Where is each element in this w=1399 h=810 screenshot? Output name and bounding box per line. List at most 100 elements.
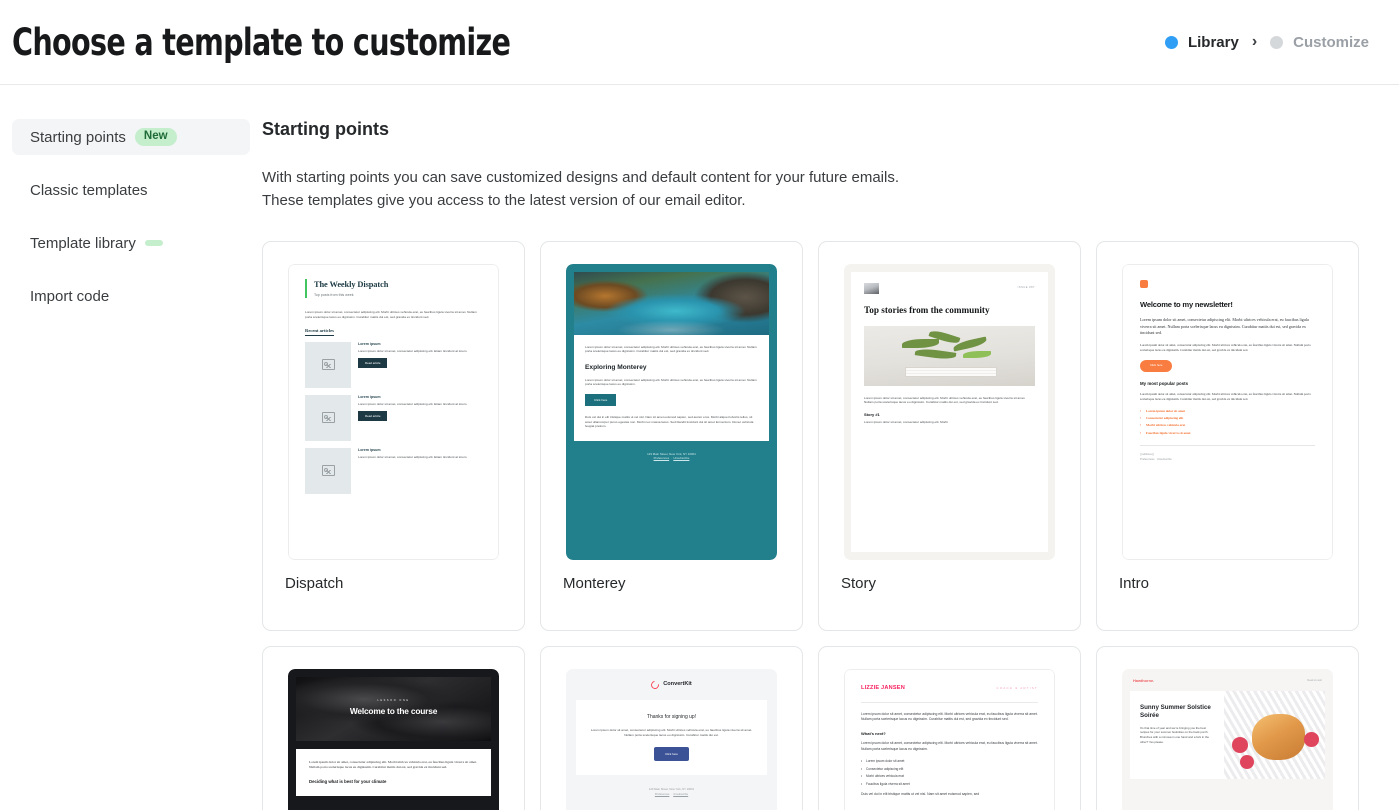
email-preview-story: ISSUE #87 Top stories from the community bbox=[844, 263, 1055, 560]
template-card-intro[interactable]: Welcome to my newsletter! Lorem ipsum do… bbox=[1096, 240, 1359, 631]
lizzie-outro: Duis vel dui in elit tristique mattis ut… bbox=[861, 792, 980, 797]
dispatch-header: The Weekly Dispatch Top posts from this … bbox=[305, 278, 482, 299]
template-name: Monterey bbox=[563, 574, 626, 592]
dispatch-subtitle: Top posts from this week bbox=[314, 293, 354, 298]
main-content: Starting points With starting points you… bbox=[262, 85, 1399, 810]
course-subheading: Deciding what is best for your climate bbox=[309, 778, 387, 784]
list-item: Lorem ipsum dolor sit amet bbox=[861, 759, 1038, 764]
template-preview: LIZZIE JANSEN COACH & ARTIST Lorem ipsum… bbox=[819, 647, 1080, 810]
template-card-convertkit[interactable]: ConvertKit Thanks for signing up! Lorem … bbox=[540, 645, 803, 810]
dispatch-title: The Weekly Dispatch bbox=[314, 279, 389, 289]
read-article-button[interactable]: Read article bbox=[358, 410, 388, 421]
story-body: Lorem ipsum dolor sit amet, consectetur … bbox=[864, 395, 1026, 405]
section-description-line-1: With starting points you can save custom… bbox=[262, 169, 900, 186]
story-sub-body: Lorem ipsum dolor sit amet, consectetur … bbox=[864, 420, 948, 425]
intro-heading: Welcome to my newsletter! bbox=[1140, 299, 1233, 309]
dispatch-article-title: Lorem ipsum bbox=[358, 394, 381, 399]
monterey-body: Lorem ipsum dolor sit amet, consectetur … bbox=[585, 377, 757, 387]
hawthorne-body: It's that time of year and we're bringin… bbox=[1140, 725, 1209, 744]
hero-photo bbox=[864, 325, 1035, 386]
lizzie-heading: What's next? bbox=[861, 730, 886, 736]
template-preview: The Weekly Dispatch Top posts from this … bbox=[263, 242, 524, 560]
status-dot-icon bbox=[1164, 35, 1178, 49]
sidebar-item-template-library[interactable]: Template library bbox=[12, 225, 250, 261]
brand-logo-icon bbox=[1140, 279, 1148, 288]
footer-preferences-link[interactable]: Preferences bbox=[655, 793, 670, 796]
dispatch-article-body: Lorem ipsum dolor sit amet, consectetur … bbox=[358, 349, 468, 354]
brand-name: ConvertKit bbox=[663, 680, 692, 687]
list-item[interactable]: Consectetur adipiscing elit bbox=[1140, 416, 1315, 421]
convertkit-logo-icon bbox=[649, 679, 661, 691]
template-name: Intro bbox=[1119, 574, 1150, 592]
lizzie-body-1: Lorem ipsum dolor sit amet, consectetur … bbox=[861, 711, 1038, 722]
sidebar-item-starting-points[interactable]: Starting points New bbox=[12, 119, 250, 155]
breadcrumb-step-customize[interactable]: Customize bbox=[1270, 34, 1369, 51]
list-item[interactable]: Morbi ultrices vehicula erat bbox=[1140, 423, 1315, 428]
image-placeholder bbox=[305, 394, 351, 441]
list-item[interactable]: Faucibus ligula viverra sit amet bbox=[1140, 431, 1315, 436]
list-item[interactable]: Lorem ipsum dolor sit amet bbox=[1140, 409, 1315, 414]
intro-section-heading: My most popular posts bbox=[1140, 380, 1189, 386]
sidebar-item-label: Starting points bbox=[30, 128, 126, 146]
footer-preferences-link[interactable]: Preferences bbox=[654, 456, 670, 460]
dispatch-article-body: Lorem ipsum dolor sit amet, consectetur … bbox=[358, 455, 468, 460]
course-body: Lorem ipsum dolor sit amet, consectetur … bbox=[309, 759, 477, 770]
monterey-outro: Duis vel dui in elit tristique mattis ut… bbox=[585, 415, 754, 429]
app-header: Choose a template to customize Library ›… bbox=[0, 0, 1399, 85]
dispatch-article-title: Lorem ipsum bbox=[358, 447, 381, 452]
email-preview-dispatch: The Weekly Dispatch Top posts from this … bbox=[288, 263, 499, 560]
course-heading: Welcome to the course bbox=[349, 706, 438, 717]
image-icon bbox=[321, 412, 335, 424]
template-preview: Lorem ipsum dolor sit amet, consectetur … bbox=[541, 242, 802, 560]
dispatch-article-body: Lorem ipsum dolor sit amet, consectetur … bbox=[358, 402, 468, 407]
email-preview-hawthorne: Hawthorne. Read on web Sunny Summer Sols… bbox=[1122, 668, 1333, 810]
breadcrumb: Library › Customize bbox=[1164, 33, 1369, 51]
template-card-story[interactable]: ISSUE #87 Top stories from the community bbox=[818, 240, 1081, 631]
footer-unsubscribe-link[interactable]: Unsubscribe bbox=[1157, 458, 1172, 461]
sidebar-item-import-code[interactable]: Import code bbox=[12, 278, 250, 314]
template-card-hawthorne[interactable]: Hawthorne. Read on web Sunny Summer Sols… bbox=[1096, 645, 1359, 810]
list-item: Morbi ultrices vehicula erat bbox=[861, 774, 1038, 779]
hero-photo bbox=[574, 271, 769, 335]
hero-photo bbox=[1223, 691, 1325, 780]
brand-role: COACH & ARTIST bbox=[996, 685, 1038, 690]
template-card-course[interactable]: LESSON ONE Welcome to the course Lorem i… bbox=[262, 645, 525, 810]
footer-unsubscribe-link[interactable]: Unsubscribe bbox=[673, 456, 689, 460]
section-title: Starting points bbox=[262, 119, 389, 139]
template-card-monterey[interactable]: Lorem ipsum dolor sit amet, consectetur … bbox=[540, 240, 803, 631]
template-card-dispatch[interactable]: The Weekly Dispatch Top posts from this … bbox=[262, 240, 525, 631]
story-heading: Top stories from the community bbox=[864, 304, 990, 315]
read-on-web-link[interactable]: Read on web bbox=[1307, 679, 1322, 683]
email-preview-course: LESSON ONE Welcome to the course Lorem i… bbox=[288, 668, 499, 810]
dispatch-article-title: Lorem ipsum bbox=[358, 341, 381, 346]
convertkit-body: Lorem ipsum dolor sit amet, consectetur … bbox=[590, 727, 753, 737]
dispatch-article-item: Lorem ipsum Lorem ipsum dolor sit amet, … bbox=[305, 394, 482, 441]
breadcrumb-step-library[interactable]: Library bbox=[1164, 33, 1239, 51]
story-subheading: Story #1 bbox=[864, 411, 880, 417]
template-card-lizzie-jansen[interactable]: LIZZIE JANSEN COACH & ARTIST Lorem ipsum… bbox=[818, 645, 1081, 810]
sidebar-item-classic-templates[interactable]: Classic templates bbox=[12, 172, 250, 208]
footer-preferences-link[interactable]: Preferences bbox=[1140, 458, 1155, 461]
intro-body-1: Lorem ipsum dolor sit amet, consectetur … bbox=[1140, 317, 1309, 336]
sidebar: Starting points New Classic templates Te… bbox=[0, 85, 262, 810]
convertkit-heading: Thanks for signing up! bbox=[646, 713, 697, 720]
template-preview: LESSON ONE Welcome to the course Lorem i… bbox=[263, 647, 524, 810]
dispatch-section-heading: Recent articles bbox=[305, 328, 334, 336]
click-here-button[interactable]: Click here bbox=[585, 393, 617, 407]
monterey-heading: Exploring Monterey bbox=[585, 363, 647, 371]
read-article-button[interactable]: Read article bbox=[358, 357, 388, 368]
click-here-button[interactable]: Click here bbox=[654, 746, 689, 761]
template-preview: ISSUE #87 Top stories from the community bbox=[819, 242, 1080, 560]
email-footer: 123 Main Street, New York, NY 10001 Pref… bbox=[576, 787, 767, 797]
chevron-right-icon: › bbox=[1251, 33, 1258, 50]
breadcrumb-label-library: Library bbox=[1187, 33, 1239, 51]
badge-new: New bbox=[134, 128, 177, 146]
sidebar-item-label: Classic templates bbox=[30, 181, 148, 199]
footer-unsubscribe-link[interactable]: Unsubscribe bbox=[673, 793, 688, 796]
list-item: Consectetur adipiscing elit bbox=[861, 767, 1038, 772]
click-here-button[interactable]: Click here bbox=[1140, 360, 1173, 372]
image-placeholder bbox=[305, 341, 351, 388]
sidebar-item-label: Import code bbox=[30, 287, 110, 305]
section-description-line-2: These templates give you access to the l… bbox=[262, 191, 746, 209]
sidebar-item-label: Template library bbox=[30, 234, 136, 252]
